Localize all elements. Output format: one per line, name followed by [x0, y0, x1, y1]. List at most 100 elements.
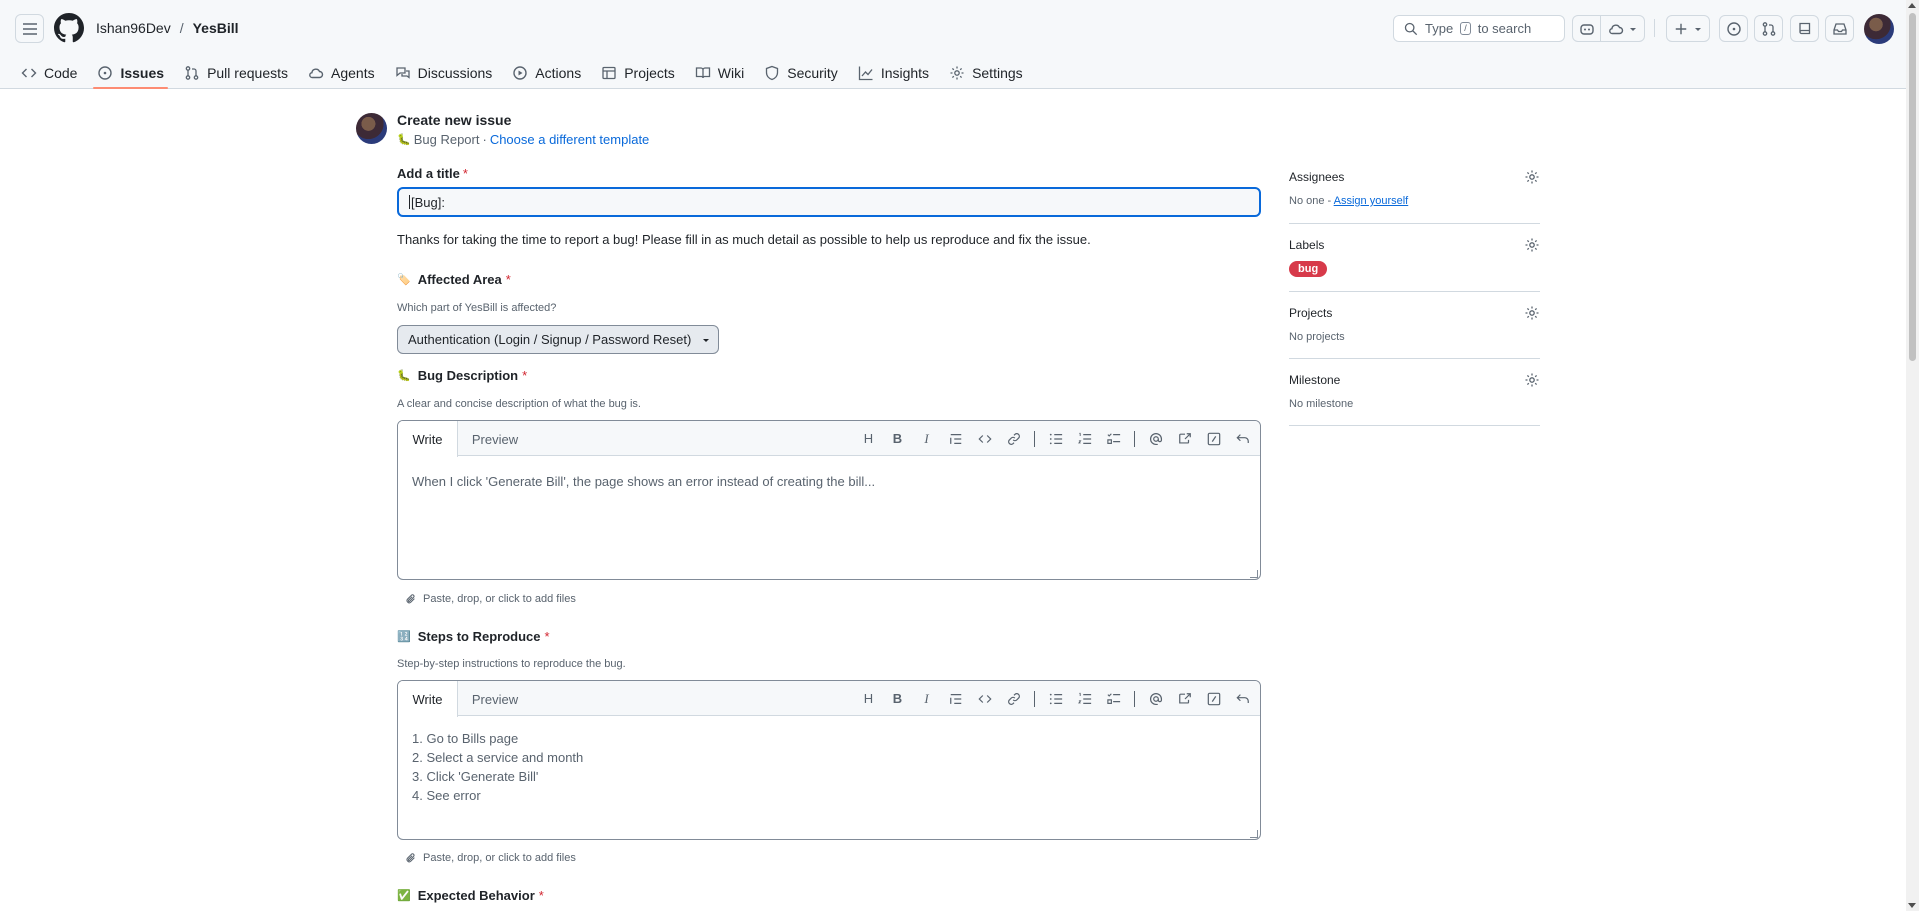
task-list-button[interactable]: [1104, 429, 1123, 448]
code-button[interactable]: [975, 689, 994, 708]
steps-help: Step-by-step instructions to reproduce t…: [397, 658, 626, 670]
preview-tab[interactable]: Preview: [458, 681, 532, 717]
github-logo-icon[interactable]: [54, 13, 84, 43]
comment-discussion-icon: [395, 66, 410, 79]
title-input-value: [Bug]:: [411, 194, 445, 210]
assign-yourself-link[interactable]: Assign yourself: [1334, 195, 1409, 207]
italic-button[interactable]: I: [917, 429, 936, 448]
heading-button[interactable]: H: [859, 689, 878, 708]
attach-files-button[interactable]: Paste, drop, or click to add files: [405, 593, 576, 605]
heading-button[interactable]: H: [859, 429, 878, 448]
choose-template-link[interactable]: Choose a different template: [490, 132, 649, 147]
copilot-button[interactable]: [1572, 15, 1601, 42]
mention-button[interactable]: [1146, 429, 1165, 448]
textarea-placeholder-line: When I click 'Generate Bill', the page s…: [412, 474, 876, 489]
affected-area-label: 🏷️ Affected Area *: [397, 272, 511, 287]
undo-button[interactable]: [1233, 689, 1252, 708]
ordered-list-button[interactable]: [1075, 689, 1094, 708]
tab-code[interactable]: Code: [11, 56, 87, 89]
quote-icon: [949, 693, 961, 704]
expected-behavior-label: ✅ Expected Behavior *: [397, 888, 544, 903]
copilot-dropdown-button[interactable]: [1600, 15, 1645, 42]
ordered-list-button[interactable]: [1075, 429, 1094, 448]
undo-button[interactable]: [1233, 429, 1252, 448]
write-tab[interactable]: Write: [398, 421, 458, 457]
gear-icon[interactable]: [1524, 305, 1540, 321]
code-button[interactable]: [975, 429, 994, 448]
cross-reference-button[interactable]: [1175, 689, 1194, 708]
tab-security[interactable]: Security: [754, 56, 848, 89]
toolbar-divider: [1134, 430, 1135, 447]
affected-area-select[interactable]: Authentication (Login / Signup / Passwor…: [397, 325, 719, 354]
template-line: 🐛 Bug Report · Choose a different templa…: [397, 132, 649, 147]
task-list-button[interactable]: [1104, 689, 1123, 708]
code-icon: [977, 694, 992, 703]
tab-agents[interactable]: Agents: [298, 56, 385, 89]
owner-link[interactable]: Ishan96Dev: [96, 20, 171, 36]
mention-button[interactable]: [1146, 689, 1165, 708]
cross-reference-icon: [1178, 692, 1191, 704]
bug-description-textarea[interactable]: When I click 'Generate Bill', the page s…: [398, 456, 1260, 579]
app-header: Ishan96Dev / YesBill Type / to search Co…: [0, 0, 1906, 89]
tab-label: Insights: [880, 64, 930, 81]
search-input[interactable]: Type / to search: [1393, 15, 1565, 42]
link-button[interactable]: [1004, 429, 1023, 448]
gear-icon[interactable]: [1524, 372, 1540, 388]
scroll-down-arrow-icon[interactable]: [1908, 903, 1916, 908]
italic-button[interactable]: I: [917, 689, 936, 708]
link-button[interactable]: [1004, 689, 1023, 708]
affected-area-value: Authentication (Login / Signup / Passwor…: [408, 332, 692, 347]
affected-area-help: Which part of YesBill is affected?: [397, 302, 557, 314]
quote-button[interactable]: [946, 689, 965, 708]
gear-icon[interactable]: [1524, 237, 1540, 253]
heading-icon: H: [863, 431, 874, 446]
scroll-up-arrow-icon[interactable]: [1908, 3, 1916, 8]
user-avatar[interactable]: [1864, 14, 1894, 44]
italic-icon: I: [924, 430, 929, 446]
bold-button[interactable]: B: [888, 429, 907, 448]
steps-textarea[interactable]: 1. Go to Bills page 2. Select a service …: [398, 716, 1260, 839]
cross-reference-button[interactable]: [1175, 429, 1194, 448]
tab-wiki[interactable]: Wiki: [685, 56, 754, 89]
tab-discussions[interactable]: Discussions: [385, 56, 503, 89]
tab-settings[interactable]: Settings: [939, 56, 1033, 89]
attach-files-button[interactable]: Paste, drop, or click to add files: [405, 852, 576, 864]
shield-icon: [766, 65, 779, 80]
markdown-toolbar: H B I: [859, 421, 1252, 456]
slash-commands-button[interactable]: [1204, 429, 1223, 448]
scroll-thumb[interactable]: [1909, 13, 1916, 361]
issue-opened-icon: [98, 65, 113, 80]
mention-icon: [1149, 432, 1162, 445]
resize-handle[interactable]: [1250, 830, 1258, 838]
title-input[interactable]: [Bug]:: [397, 187, 1261, 217]
gear-icon[interactable]: [1524, 169, 1540, 185]
unordered-list-button[interactable]: [1046, 429, 1065, 448]
repo-link[interactable]: YesBill: [193, 20, 239, 36]
menu-button[interactable]: [15, 14, 44, 43]
bold-button[interactable]: B: [888, 689, 907, 708]
bug-label-badge[interactable]: bug: [1289, 261, 1328, 277]
pull-requests-button[interactable]: [1754, 15, 1783, 42]
tab-issues[interactable]: Issues: [87, 56, 174, 89]
breadcrumb-separator: /: [179, 20, 184, 36]
preview-tab[interactable]: Preview: [458, 421, 532, 457]
inbox-button[interactable]: [1825, 15, 1854, 42]
text-caret: [409, 195, 410, 209]
gear-icon: [950, 66, 964, 79]
slash-commands-button[interactable]: [1204, 689, 1223, 708]
repositories-button[interactable]: [1790, 15, 1819, 42]
tab-pull-requests[interactable]: Pull requests: [174, 56, 298, 89]
quote-button[interactable]: [946, 429, 965, 448]
tab-actions[interactable]: Actions: [502, 56, 591, 89]
tab-projects[interactable]: Projects: [591, 56, 685, 89]
steps-label-text: Steps to Reproduce: [417, 629, 541, 644]
tab-insights[interactable]: Insights: [848, 56, 939, 89]
resize-handle[interactable]: [1250, 570, 1258, 578]
create-new-button[interactable]: [1666, 15, 1710, 42]
write-tab[interactable]: Write: [398, 681, 458, 717]
unordered-list-button[interactable]: [1046, 689, 1065, 708]
bold-icon: B: [892, 691, 903, 706]
issues-button[interactable]: [1719, 15, 1748, 42]
page-scrollbar[interactable]: [1906, 0, 1919, 911]
labels-section: Labels bug: [1289, 237, 1540, 292]
